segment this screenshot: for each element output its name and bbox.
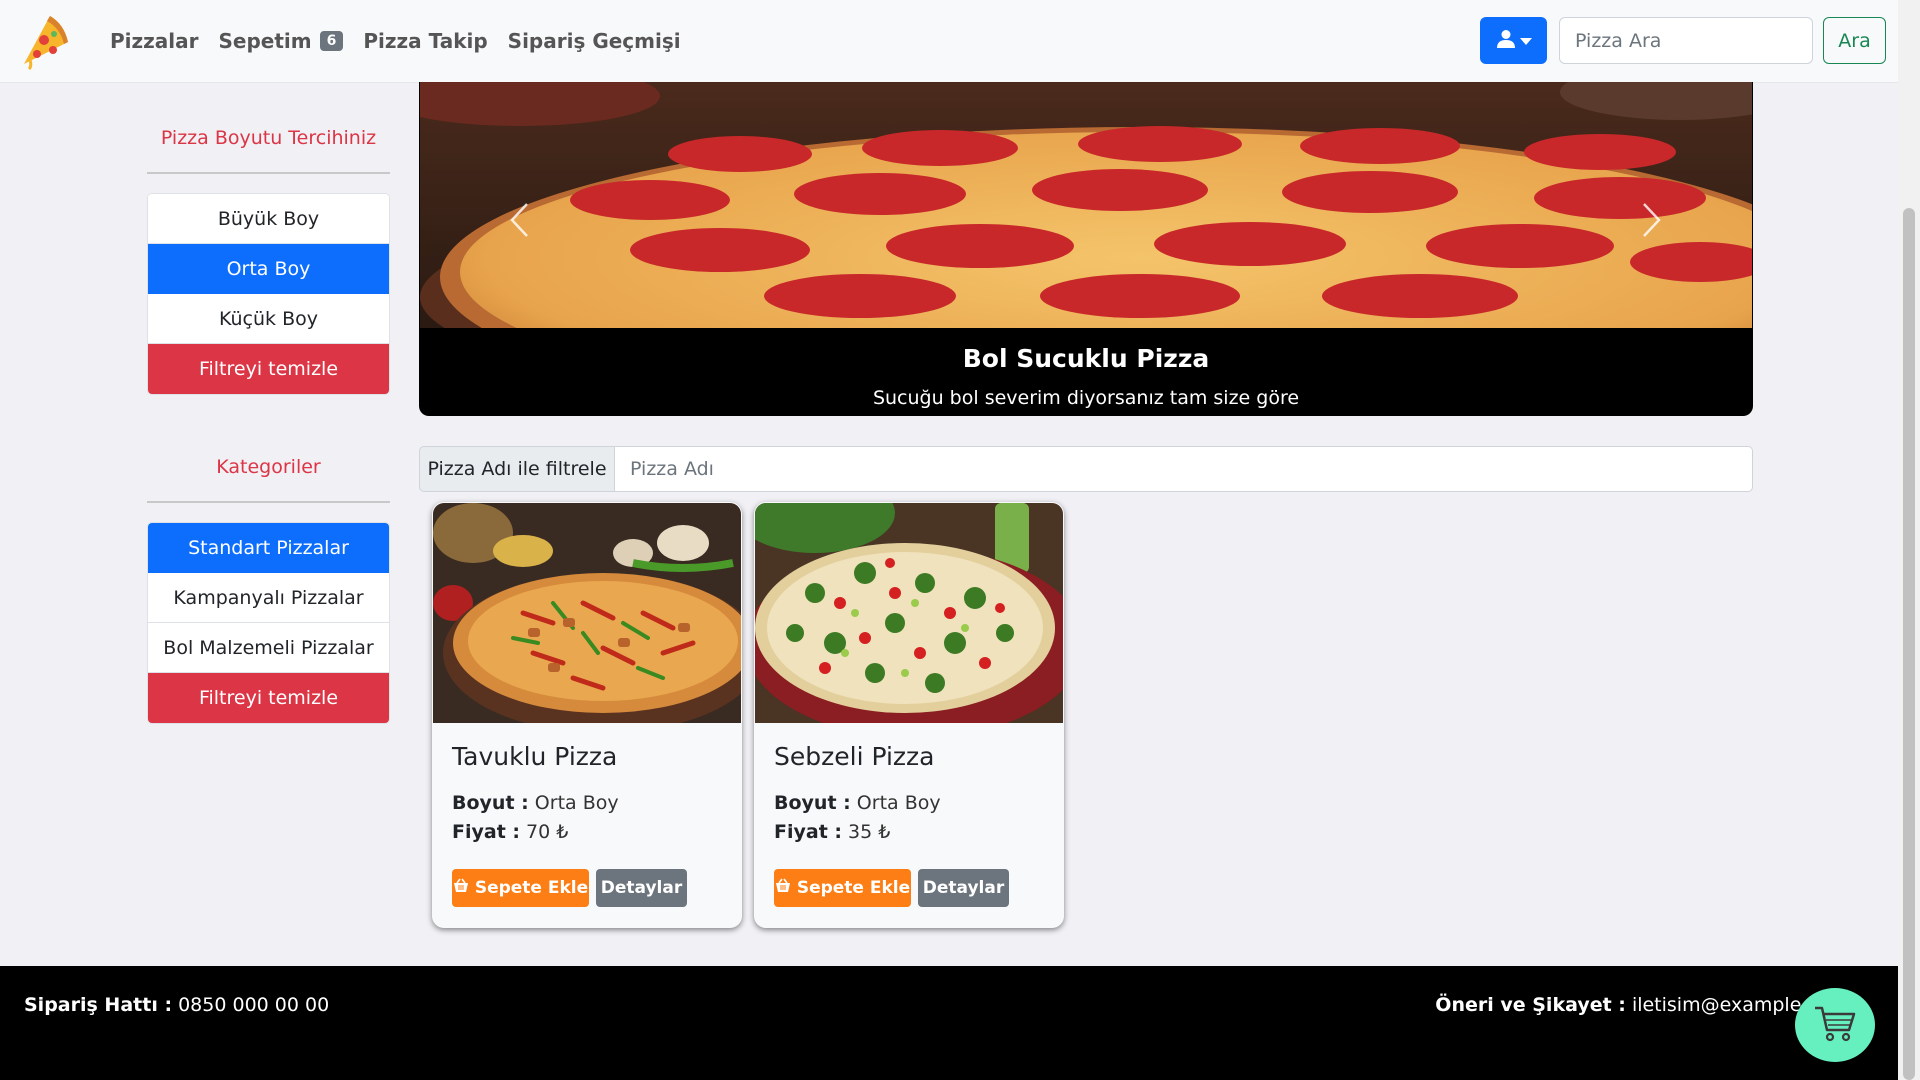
nav-link-pizzalar[interactable]: Pizzalar (110, 29, 199, 53)
caret-down-icon (1519, 31, 1532, 50)
divider (147, 172, 390, 174)
nav-link-label: Sepetim (218, 29, 312, 53)
pizza-card-size: Boyut : Orta Boy (774, 792, 941, 814)
add-to-cart-label: Sepete Ekle (796, 878, 911, 898)
nav-link-siparis-gecmisi[interactable]: Sipariş Geçmişi (508, 29, 681, 53)
category-option-standart[interactable]: Standart Pizzalar (148, 523, 389, 573)
order-phone-number: 0850 000 00 00 (178, 994, 330, 1016)
order-phone-label: Sipariş Hattı : (24, 994, 173, 1016)
size-option-buyuk[interactable]: Büyük Boy (148, 194, 389, 244)
pizza-logo-icon[interactable] (20, 12, 72, 71)
category-filter-list: Standart Pizzalar Kampanyalı Pizzalar Bo… (147, 522, 390, 724)
price-value: 35 ₺ (848, 821, 891, 843)
page-scrollbar[interactable] (1898, 0, 1920, 1080)
add-to-cart-button[interactable]: Sepete Ekle (452, 869, 589, 907)
add-to-cart-button[interactable]: Sepete Ekle (774, 869, 911, 907)
user-menu-button[interactable] (1480, 17, 1547, 64)
size-label: Boyut : (452, 792, 529, 814)
size-option-orta[interactable]: Orta Boy (148, 244, 389, 294)
pizza-card-image (433, 503, 741, 723)
nav-link-pizza-takip[interactable]: Pizza Takip (363, 29, 487, 53)
pizza-card-price: Fiyat : 35 ₺ (774, 821, 890, 843)
search-button[interactable]: Ara (1823, 17, 1886, 64)
contact-email: Öneri ve Şikayet : iletisim@example.com (1435, 994, 1848, 1016)
footer: Sipariş Hattı : 0850 000 00 00 Öneri ve … (0, 966, 1898, 1080)
size-value: Orta Boy (534, 792, 619, 814)
order-phone: Sipariş Hattı : 0850 000 00 00 (24, 994, 329, 1016)
filter-label: Pizza Adı ile filtrele (419, 446, 615, 492)
nav-link-sepetim[interactable]: Sepetim 6 (219, 29, 344, 53)
shopping-cart-icon (1813, 1004, 1857, 1046)
pizza-carousel: Bol Sucuklu Pizza Sucuğu bol severim diy… (419, 82, 1753, 416)
pizza-search-input[interactable] (1559, 17, 1813, 64)
pizza-name-filter-input[interactable] (615, 446, 1753, 492)
floating-cart-button[interactable] (1795, 988, 1875, 1062)
details-button[interactable]: Detaylar (596, 869, 687, 907)
category-filter-heading: Kategoriler (216, 456, 321, 478)
pizza-card-size: Boyut : Orta Boy (452, 792, 619, 814)
carousel-image (420, 82, 1752, 328)
contact-email-label: Öneri ve Şikayet : (1435, 994, 1626, 1016)
nav-link-label: Pizza Takip (363, 29, 488, 53)
price-value: 70 ₺ (526, 821, 569, 843)
carousel-text: Sucuğu bol severim diyorsanız tam size g… (872, 387, 1300, 409)
carousel-next-button[interactable] (1632, 192, 1672, 252)
nav-link-label: Sipariş Geçmişi (507, 29, 681, 53)
pizza-card-title: Sebzeli Pizza (774, 742, 935, 771)
divider (147, 501, 390, 503)
size-value: Orta Boy (856, 792, 941, 814)
size-option-kucuk[interactable]: Küçük Boy (148, 294, 389, 344)
price-label: Fiyat : (452, 821, 520, 843)
chevron-left-icon (509, 202, 529, 242)
add-to-cart-label: Sepete Ekle (474, 878, 589, 898)
category-clear-filter-button[interactable]: Filtreyi temizle (148, 673, 389, 723)
basket-icon (453, 878, 469, 898)
carousel-prev-button[interactable] (499, 192, 539, 252)
pizza-card-title: Tavuklu Pizza (452, 742, 618, 771)
size-filter-list: Büyük Boy Orta Boy Küçük Boy Filtreyi te… (147, 193, 390, 395)
pizza-name-filter: Pizza Adı ile filtrele (419, 446, 1753, 492)
size-label: Boyut : (774, 792, 851, 814)
navbar: Pizzalar Sepetim 6 Pizza Takip Sipariş Ge… (0, 0, 1898, 82)
pizza-card: Tavuklu Pizza Boyut : Orta Boy Fiyat : 7… (432, 502, 742, 928)
size-filter-heading: Pizza Boyutu Tercihiniz (160, 127, 377, 149)
pizza-card: Sebzeli Pizza Boyut : Orta Boy Fiyat : 3… (754, 502, 1064, 928)
user-icon (1496, 29, 1516, 53)
size-clear-filter-button[interactable]: Filtreyi temizle (148, 344, 389, 394)
nav-links: Pizzalar Sepetim 6 Pizza Takip Sipariş Ge… (110, 0, 701, 82)
chevron-right-icon (1642, 202, 1662, 242)
pizza-card-image (755, 503, 1063, 723)
pizza-card-price: Fiyat : 70 ₺ (452, 821, 568, 843)
category-option-bol-malzemeli[interactable]: Bol Malzemeli Pizzalar (148, 623, 389, 673)
carousel-caption: Bol Sucuklu Pizza Sucuğu bol severim diy… (419, 328, 1753, 416)
category-option-kampanyali[interactable]: Kampanyalı Pizzalar (148, 573, 389, 623)
nav-link-label: Pizzalar (110, 29, 199, 53)
details-button[interactable]: Detaylar (918, 869, 1009, 907)
carousel-title: Bol Sucuklu Pizza (962, 344, 1210, 373)
cart-count-badge: 6 (319, 31, 344, 51)
scrollbar-thumb[interactable] (1903, 208, 1915, 1080)
price-label: Fiyat : (774, 821, 842, 843)
basket-icon (775, 878, 791, 898)
